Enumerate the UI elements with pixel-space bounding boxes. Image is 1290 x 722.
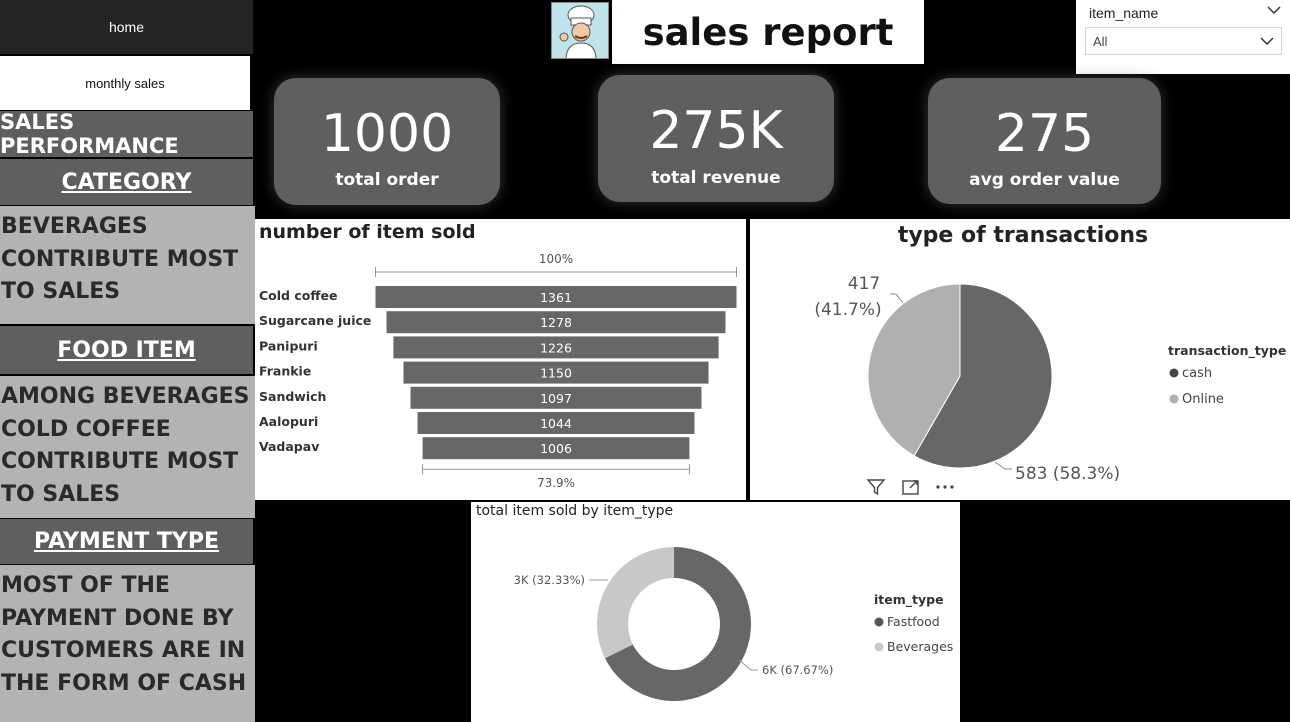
kpi-label: total revenue <box>651 168 781 188</box>
category-text: BEVERAGES CONTRIBUTE MOST TO SALES <box>0 206 255 324</box>
funnel-category-label: Sandwich <box>259 389 326 404</box>
nav-home-button[interactable]: home <box>0 0 253 54</box>
dropdown-value: All <box>1093 34 1108 49</box>
kpi-label: total order <box>335 170 439 190</box>
chevron-down-icon <box>1259 34 1275 51</box>
pie-slice-label: 417 <box>848 274 880 294</box>
funnel-value-label: 1006 <box>540 441 572 456</box>
donut-slice-label: 6K (67.67%) <box>762 663 833 677</box>
payment-type-heading: PAYMENT TYPE <box>0 519 253 564</box>
funnel-category-label: Frankie <box>259 364 311 379</box>
pie-legend-title: transaction_type <box>1168 343 1286 359</box>
item-name-slicer: item_name All <box>1076 0 1290 74</box>
food-item-text: AMONG BEVERAGES COLD COFFEE CONTRIBUTE M… <box>0 376 255 518</box>
funnel-chart: 100% 1361 Cold coffee 1278 Sugarcane juice 12… <box>259 252 737 490</box>
kpi-value: 1000 <box>320 104 454 164</box>
focus-mode-icon[interactable] <box>901 478 921 500</box>
funnel-value-label: 1361 <box>540 290 572 305</box>
funnel-value-label: 1278 <box>540 315 572 330</box>
chef-icon <box>551 2 609 59</box>
donut-slice-label: 3K (32.33%) <box>514 573 585 587</box>
funnel-category-label: Aalopuri <box>259 414 318 429</box>
donut-slice-beverages <box>597 547 674 659</box>
slicer-label: item_name <box>1089 5 1159 21</box>
pie-slice-label: 583 (58.3%) <box>1015 464 1120 484</box>
funnel-value-label: 1150 <box>540 366 572 381</box>
donut-chart: 6K (67.67%) 3K (32.33%) item_type Fastfood B… <box>514 547 953 701</box>
donut-legend-label: Fastfood <box>887 614 940 629</box>
kpi-avg-order-value-card: 275 avg order value <box>928 78 1161 204</box>
payment-line: PAYMENT DONE BY <box>1 605 234 631</box>
kpi-value: 275 <box>994 104 1095 164</box>
donut-legend-marker <box>874 642 884 652</box>
sales-performance-heading: SALES PERFORMANCE <box>0 110 253 158</box>
nav-monthly-sales-button[interactable]: monthly sales <box>0 56 250 110</box>
pie-slice-label: (41.7%) <box>814 300 881 320</box>
funnel-category-label: Cold coffee <box>259 288 337 303</box>
food-line: AMONG BEVERAGES <box>1 384 250 409</box>
payment-line: CUSTOMERS ARE IN <box>1 638 246 663</box>
pie-chart-panel: type of transactions 583 (58.3%) 417 (41.7… <box>750 219 1290 500</box>
category-line: TO SALES <box>1 279 121 304</box>
pie-legend-label: Online <box>1182 392 1224 407</box>
funnel-category-label: Vadapav <box>259 439 319 454</box>
page-title: sales report <box>612 0 924 64</box>
payment-line: THE FORM OF CASH <box>1 670 247 696</box>
donut-leader-line <box>738 659 758 671</box>
category-heading: CATEGORY <box>0 159 253 205</box>
more-options-icon[interactable] <box>934 478 956 500</box>
funnel-bottom-label: 73.9% <box>537 476 575 490</box>
food-line: COLD COFFEE <box>1 416 171 442</box>
food-line: TO SALES <box>1 481 121 507</box>
donut-legend-marker <box>874 617 884 627</box>
donut-legend-title: item_type <box>874 592 944 608</box>
pie-legend-marker <box>1169 368 1179 378</box>
food-line: CONTRIBUTE MOST <box>1 449 239 474</box>
collapse-chevron-icon[interactable] <box>1266 2 1282 22</box>
kpi-total-order-card: 1000 total order <box>274 78 500 205</box>
funnel-category-label: Panipuri <box>259 338 318 353</box>
funnel-value-label: 1097 <box>540 391 572 406</box>
payment-line: MOST OF THE <box>1 573 170 598</box>
category-line: BEVERAGES <box>1 214 148 239</box>
kpi-label: avg order value <box>969 170 1120 190</box>
pie-leader-line <box>994 461 1012 470</box>
food-item-heading: FOOD ITEM <box>0 326 253 374</box>
pie-chart: 583 (58.3%) 417 (41.7%) transaction_typecas… <box>814 274 1286 484</box>
funnel-top-label: 100% <box>539 252 573 266</box>
pie-legend-label: cash <box>1182 366 1212 381</box>
payment-type-text: MOST OF THE PAYMENT DONE BY CUSTOMERS AR… <box>0 565 255 722</box>
funnel-chart-panel: number of item sold 100% 1361 Cold coffee 1… <box>255 219 746 500</box>
donut-chart-panel: total item sold by item_type 6K (67.67%)… <box>471 502 960 722</box>
kpi-value: 275K <box>649 101 783 161</box>
funnel-value-label: 1226 <box>540 340 572 355</box>
filter-icon[interactable] <box>866 478 886 500</box>
category-line: CONTRIBUTE MOST <box>1 246 239 272</box>
funnel-value-label: 1044 <box>540 416 572 431</box>
item-name-dropdown[interactable]: All <box>1085 27 1282 55</box>
pie-leader-line <box>890 293 904 304</box>
kpi-total-revenue-card: 275K total revenue <box>598 75 834 202</box>
funnel-category-label: Sugarcane juice <box>259 313 371 328</box>
pie-legend-marker <box>1169 394 1179 404</box>
donut-legend-label: Beverages <box>887 639 953 654</box>
